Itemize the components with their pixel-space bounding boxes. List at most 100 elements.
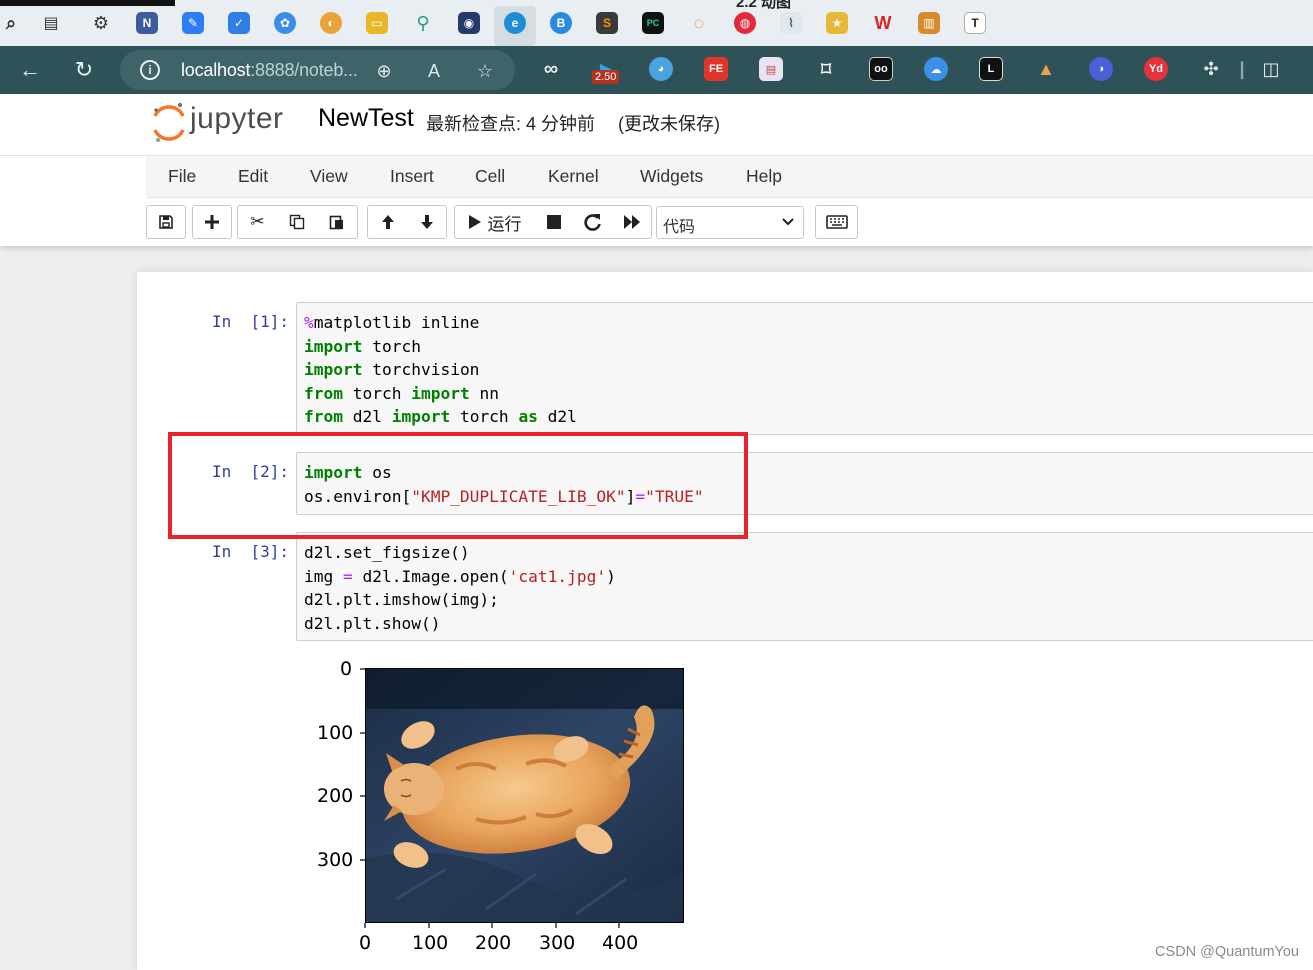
bookmark-icon[interactable]: ⌑: [814, 57, 838, 81]
sublime-icon[interactable]: S: [596, 12, 618, 34]
code-keyword: from: [304, 383, 343, 403]
jupyter-logo-text: jupyter: [190, 102, 284, 135]
todo-check-icon[interactable]: ✓: [228, 12, 250, 34]
code-keyword: import: [304, 336, 363, 356]
code-operator: %: [304, 313, 314, 332]
edge-icon[interactable]: e: [504, 12, 526, 34]
l-extension-icon[interactable]: L: [979, 57, 1003, 81]
settings-icon[interactable]: ⚙: [90, 12, 112, 34]
search-app-icon[interactable]: ⚲: [412, 12, 434, 34]
chrome-like-icon[interactable]: ◐: [320, 12, 342, 34]
x-tick-label: 100: [412, 932, 449, 954]
refresh-icon[interactable]: ↻: [70, 56, 98, 84]
fast-forward-icon: [623, 215, 640, 229]
menu-widgets[interactable]: Widgets: [640, 166, 703, 187]
command-palette-button[interactable]: [815, 205, 858, 239]
fe-helper-icon[interactable]: FE: [704, 57, 728, 81]
jupyter-logo[interactable]: jupyter: [152, 100, 302, 144]
jupyter-logo-icon: [153, 102, 185, 142]
color-picker-icon[interactable]: ◕: [649, 57, 673, 81]
zoom-icon[interactable]: ⊕: [373, 60, 395, 82]
run-button-label: 运行: [487, 214, 522, 234]
browser-toolbar: ← ↻ i localhost:8888/noteb... ⊕ A ☆ ∞ ▶ …: [0, 46, 1313, 94]
copy-icon: [289, 214, 305, 230]
run-cell-button[interactable]: 运行: [454, 205, 535, 239]
paste-cell-button[interactable]: [317, 205, 358, 239]
youdao-extension-icon[interactable]: Yd: [1144, 57, 1168, 81]
task-view-icon[interactable]: ▤: [40, 12, 62, 34]
interrupt-kernel-button[interactable]: [534, 205, 574, 239]
copy-cell-button[interactable]: [277, 205, 318, 239]
cut-cell-button[interactable]: ✂: [237, 205, 278, 239]
code-text: torch: [342, 383, 412, 403]
url-host: localhost: [181, 60, 251, 80]
reader-extension-icon[interactable]: ▤: [759, 57, 783, 81]
code-line: d2l.plt.imshow(img);: [304, 588, 616, 612]
code-text: nn: [469, 383, 499, 403]
infinity-extension-icon[interactable]: ∞: [539, 57, 563, 81]
menu-cell[interactable]: Cell: [475, 166, 505, 187]
autosave-status: (更改未保存): [618, 114, 720, 134]
pinned-window-title: 2.2 动图: [736, 0, 792, 11]
code-keyword: as: [518, 407, 538, 426]
favorite-star-icon[interactable]: ☆: [474, 60, 496, 82]
search-icon[interactable]: ⌕: [0, 12, 22, 34]
cell-1-code[interactable]: %matplotlib inline import torch import tor…: [304, 311, 577, 429]
menu-view[interactable]: View: [310, 166, 348, 187]
move-down-button[interactable]: [407, 205, 447, 239]
code-text: img: [304, 566, 343, 586]
code-text: matplotlib inline: [313, 313, 480, 332]
code-keyword: import: [304, 360, 363, 379]
notion-icon[interactable]: N: [136, 12, 158, 34]
landscape-extension-icon[interactable]: ▲: [1034, 57, 1058, 81]
cell-1-prompt: In [1]:: [212, 312, 290, 331]
netease-music-icon[interactable]: ◍: [734, 12, 756, 34]
cell-type-select[interactable]: 代码: [656, 206, 804, 239]
back-arrow-icon[interactable]: ←: [16, 56, 44, 84]
move-up-button[interactable]: [367, 205, 408, 239]
chart-app-icon[interactable]: ⌇: [780, 12, 802, 34]
moon-extension-icon[interactable]: ◑: [1089, 57, 1113, 81]
menu-file[interactable]: File: [168, 166, 196, 187]
cell-type-value: 代码: [663, 219, 696, 236]
github-icon[interactable]: ◉: [458, 12, 480, 34]
jupyter-icon[interactable]: ◌: [688, 12, 710, 34]
code-text: d2l.plt.imshow(img);: [304, 590, 499, 609]
code-operator: =: [342, 566, 353, 586]
code-line: d2l.set_figsize(): [304, 541, 616, 565]
code-text: d2l.set_figsize(): [304, 543, 470, 562]
code-text: torchvision: [362, 360, 480, 379]
site-info-icon[interactable]: i: [140, 60, 160, 80]
split-screen-icon[interactable]: ◫: [1259, 57, 1283, 81]
restart-kernel-button[interactable]: [573, 205, 613, 239]
code-line: from torch import nn: [304, 382, 577, 406]
restart-run-all-button[interactable]: [612, 205, 652, 239]
bing-icon[interactable]: B: [550, 12, 572, 34]
weather-extension-icon[interactable]: ☁: [924, 57, 948, 81]
archive-icon[interactable]: ▥: [918, 12, 940, 34]
cell-3-code[interactable]: d2l.set_figsize() img = d2l.Image.open('c…: [304, 541, 616, 635]
code-text: d2l: [342, 407, 392, 426]
address-bar[interactable]: i localhost:8888/noteb... ⊕ A ☆: [120, 50, 515, 90]
menu-help[interactable]: Help: [746, 166, 782, 187]
colorful-app-icon[interactable]: ✿: [274, 12, 296, 34]
cell-1-input[interactable]: %matplotlib inline import torch import tor…: [296, 302, 1313, 435]
extensions-puzzle-icon[interactable]: ✣: [1199, 57, 1223, 81]
insert-cell-button[interactable]: [192, 205, 232, 239]
file-explorer-icon[interactable]: ▭: [366, 12, 388, 34]
notebook-name[interactable]: NewTest: [318, 104, 414, 133]
wps-icon[interactable]: W: [872, 12, 894, 34]
menu-edit[interactable]: Edit: [238, 166, 268, 187]
cell-3-input[interactable]: d2l.set_figsize() img = d2l.Image.open('c…: [296, 532, 1313, 641]
code-line: d2l.plt.show(): [304, 612, 616, 636]
sticker-app-icon[interactable]: ★: [826, 12, 848, 34]
menu-kernel[interactable]: Kernel: [548, 166, 599, 187]
typora-icon[interactable]: T: [964, 12, 986, 34]
pycharm-icon[interactable]: PC: [642, 12, 664, 34]
todo-app-icon[interactable]: ✎: [182, 12, 204, 34]
save-button[interactable]: [146, 205, 186, 239]
read-aloud-icon[interactable]: A: [423, 60, 445, 82]
menu-insert[interactable]: Insert: [390, 166, 434, 187]
tampermonkey-icon[interactable]: oo: [869, 57, 893, 81]
url-text[interactable]: localhost:8888/noteb...: [181, 60, 358, 81]
